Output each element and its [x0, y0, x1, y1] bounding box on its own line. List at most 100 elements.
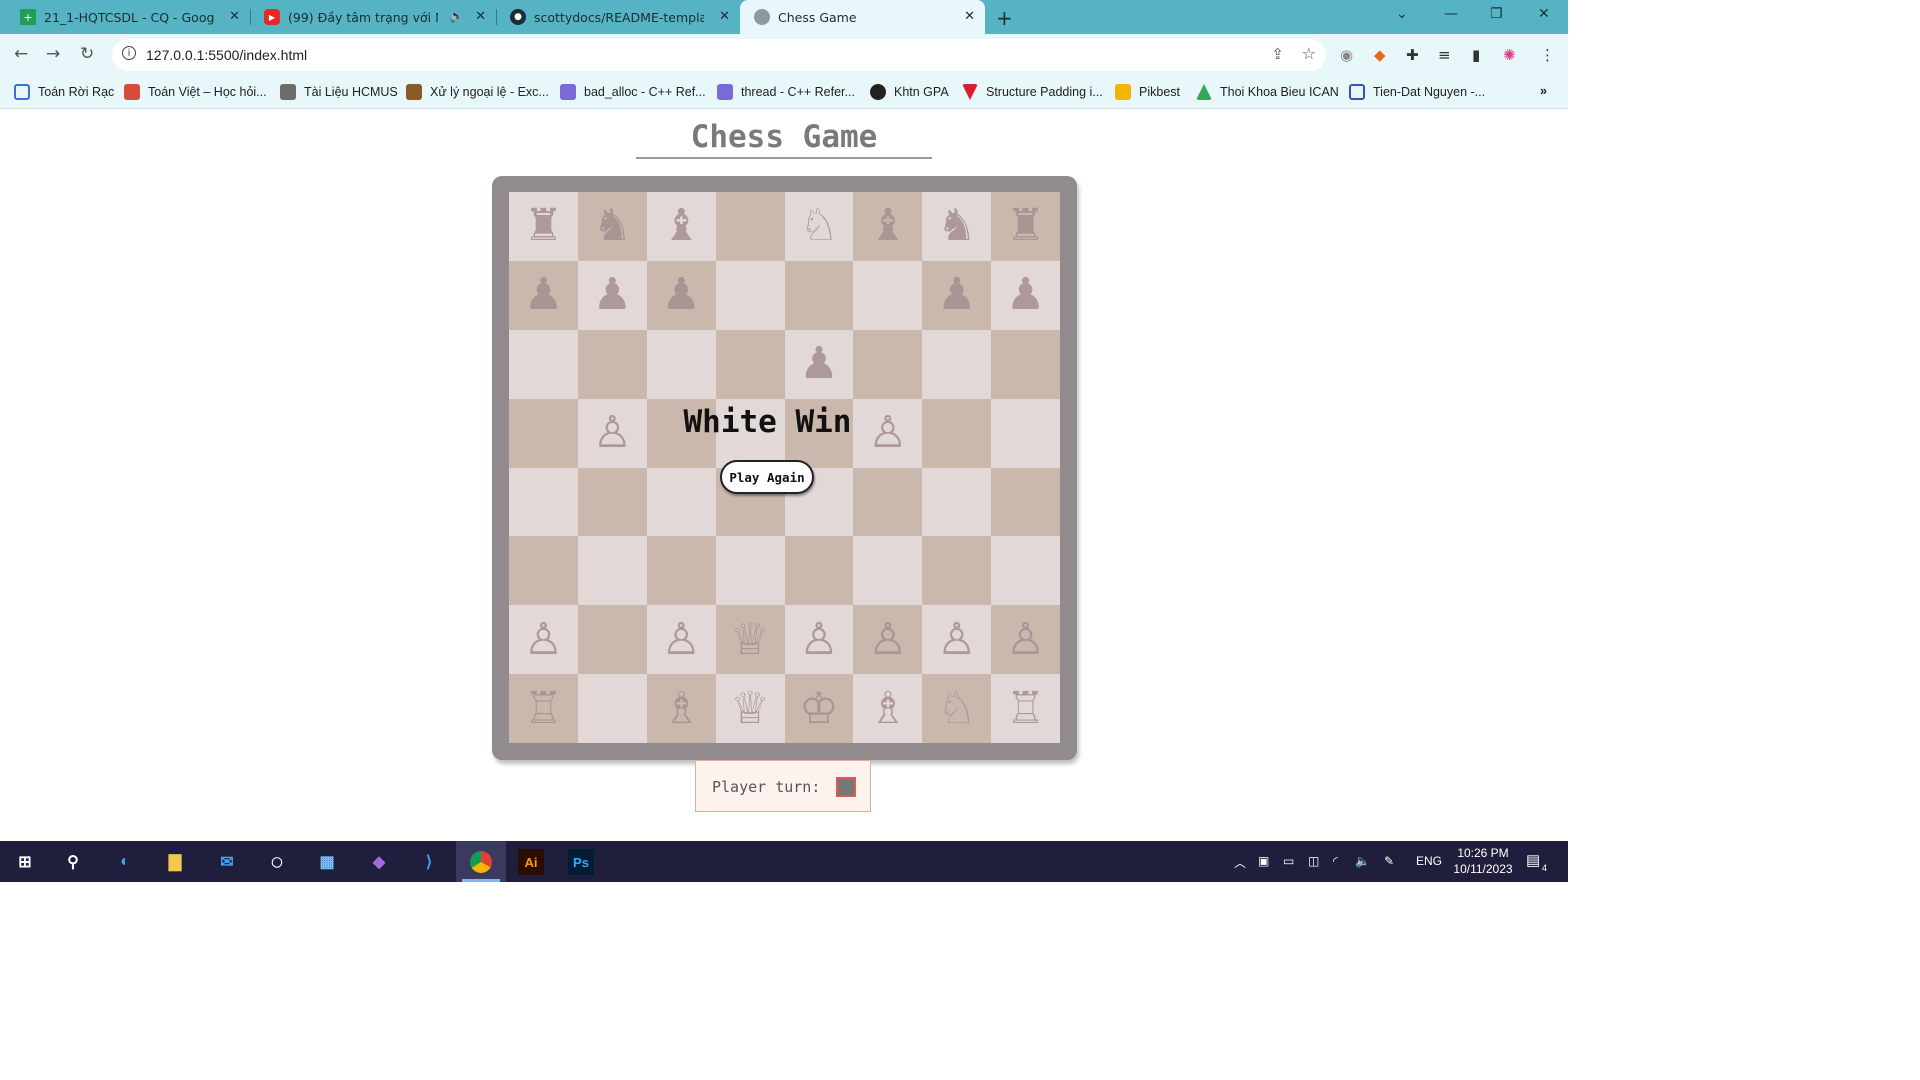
board-square[interactable] — [715, 329, 785, 399]
visual-studio-icon[interactable]: ◆ — [366, 849, 392, 875]
media-control-icon[interactable]: ≡ — [1438, 46, 1451, 64]
mail-icon[interactable]: ✉ — [214, 849, 240, 875]
chess-piece-icon[interactable]: ♕ — [730, 686, 769, 731]
board-square[interactable]: ♞ — [577, 192, 647, 261]
board-square[interactable] — [922, 467, 992, 537]
file-explorer-icon[interactable]: ▇ — [162, 849, 188, 875]
bookmark-item[interactable]: Structure Padding i... — [962, 84, 1103, 100]
board-square[interactable] — [577, 674, 647, 743]
compass-extension-icon[interactable]: ◉ — [1340, 46, 1353, 64]
chess-piece-icon[interactable]: ♘ — [799, 204, 838, 248]
extensions-puzzle-icon[interactable]: ✚ — [1406, 46, 1419, 64]
chess-piece-icon[interactable]: ♙ — [661, 617, 700, 662]
board-square[interactable] — [784, 260, 854, 330]
chess-piece-icon[interactable]: ♕ — [730, 617, 769, 662]
forward-arrow-icon[interactable]: → — [46, 44, 60, 64]
chess-piece-icon[interactable]: ♟ — [1006, 273, 1045, 317]
bookmark-item[interactable]: Pikbest — [1115, 84, 1180, 100]
board-square[interactable]: ♕ — [715, 674, 785, 743]
board-square[interactable]: ♙ — [922, 605, 992, 675]
board-square[interactable] — [509, 329, 578, 399]
tray-overflow-icon[interactable]: ︿ — [1234, 854, 1246, 871]
board-square[interactable] — [509, 398, 578, 468]
site-info-icon[interactable]: i — [122, 46, 136, 60]
side-panel-icon[interactable]: ▮ — [1472, 46, 1480, 64]
board-square[interactable] — [853, 329, 923, 399]
board-square[interactable]: ♙ — [577, 398, 647, 468]
vscode-icon[interactable]: ⟩ — [416, 849, 442, 875]
chess-piece-icon[interactable]: ♖ — [524, 686, 563, 731]
chess-piece-icon[interactable]: ♝ — [661, 204, 700, 248]
tab-chess-game[interactable]: Chess Game ✕ — [740, 0, 985, 34]
more-bookmarks-button[interactable]: » — [1540, 84, 1547, 98]
board-square[interactable] — [577, 329, 647, 399]
board-square[interactable]: ♟ — [509, 260, 578, 330]
board-square[interactable] — [853, 467, 923, 537]
board-square[interactable]: ♙ — [509, 605, 578, 675]
board-square[interactable] — [646, 536, 716, 606]
board-square[interactable] — [991, 329, 1060, 399]
chess-piece-icon[interactable]: ♟ — [661, 273, 700, 317]
restore-icon[interactable]: ❐ — [1490, 6, 1503, 22]
chess-piece-icon[interactable]: ♟ — [799, 342, 838, 386]
chess-piece-icon[interactable]: ♟ — [524, 273, 563, 317]
chess-piece-icon[interactable]: ♔ — [799, 686, 838, 731]
tab-search-icon[interactable]: ⌄ — [1396, 6, 1408, 22]
chess-piece-icon[interactable]: ♘ — [937, 686, 976, 731]
board-square[interactable]: ♟ — [646, 260, 716, 330]
tab-youtube[interactable]: ▶ (99) Đầy tâm trạng với NGH 🔈 ✕ — [250, 0, 497, 34]
profile-avatar-icon[interactable]: ✺ — [1503, 46, 1516, 64]
notification-icon[interactable]: ▤ — [1526, 851, 1540, 869]
reload-icon[interactable]: ↻ — [80, 44, 94, 64]
chess-piece-icon[interactable]: ♙ — [524, 617, 563, 662]
fox-extension-icon[interactable]: ◆ — [1374, 46, 1386, 64]
bookmark-item[interactable]: Xử lý ngoại lệ - Exc... — [406, 84, 549, 100]
board-square[interactable]: ♙ — [853, 605, 923, 675]
chess-piece-icon[interactable]: ♙ — [593, 411, 632, 455]
close-icon[interactable]: ✕ — [964, 9, 975, 24]
tab-github[interactable]: ● scottydocs/README-template.m ✕ — [496, 0, 740, 34]
board-square[interactable]: ♜ — [509, 192, 578, 261]
chess-piece-icon[interactable]: ♙ — [799, 617, 838, 662]
board-square[interactable] — [991, 536, 1060, 606]
board-square[interactable]: ♗ — [646, 674, 716, 743]
chess-piece-icon[interactable]: ♟ — [593, 273, 632, 317]
speaker-mute-icon[interactable]: 🔈 — [449, 9, 464, 23]
board-square[interactable]: ♟ — [922, 260, 992, 330]
bookmark-item[interactable]: Toán Rời Rạc — [14, 84, 114, 100]
chess-piece-icon[interactable]: ♞ — [593, 204, 632, 248]
bookmark-item[interactable]: Khtn GPA — [870, 84, 949, 100]
board-square[interactable] — [784, 536, 854, 606]
board-square[interactable]: ♕ — [715, 605, 785, 675]
board-square[interactable] — [646, 467, 716, 537]
back-arrow-icon[interactable]: ← — [14, 44, 28, 64]
board-square[interactable]: ♝ — [646, 192, 716, 261]
board-square[interactable] — [509, 536, 578, 606]
chess-piece-icon[interactable]: ♖ — [1006, 686, 1045, 731]
board-square[interactable] — [991, 467, 1060, 537]
board-square[interactable]: ♞ — [922, 192, 992, 261]
board-square[interactable] — [715, 398, 785, 468]
board-square[interactable]: ♙ — [646, 605, 716, 675]
chess-piece-icon[interactable]: ♝ — [868, 204, 907, 248]
tray-security-icon[interactable]: ▣ — [1258, 854, 1269, 868]
board-square[interactable]: ♘ — [784, 192, 854, 261]
chess-piece-icon[interactable]: ♟ — [937, 273, 976, 317]
board-square[interactable] — [922, 398, 992, 468]
board-square[interactable] — [646, 398, 716, 468]
board-square[interactable]: ♘ — [922, 674, 992, 743]
board-square[interactable] — [853, 260, 923, 330]
photoshop-icon[interactable]: Ps — [568, 849, 594, 875]
board-square[interactable] — [715, 260, 785, 330]
board-square[interactable]: ♙ — [784, 605, 854, 675]
chess-piece-icon[interactable]: ♗ — [868, 686, 907, 731]
bookmark-item[interactable]: Thoi Khoa Bieu ICAN — [1196, 84, 1339, 100]
store-icon[interactable]: ▦ — [314, 849, 340, 875]
board-square[interactable]: ♟ — [577, 260, 647, 330]
illustrator-icon[interactable]: Ai — [518, 849, 544, 875]
bookmark-item[interactable]: bad_alloc - C++ Ref... — [560, 84, 706, 100]
meet-now-icon[interactable]: ◫ — [1308, 854, 1319, 868]
bookmark-item[interactable]: Toán Việt – Học hỏi... — [124, 84, 267, 100]
minimize-icon[interactable]: — — [1444, 6, 1458, 22]
board-square[interactable]: ♖ — [991, 674, 1060, 743]
